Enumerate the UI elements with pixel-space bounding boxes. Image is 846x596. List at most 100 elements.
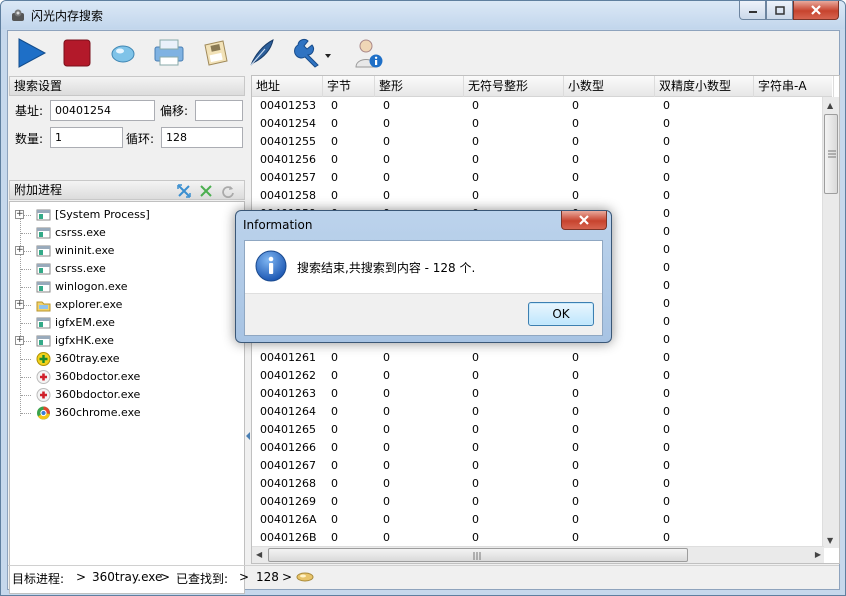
minimize-button[interactable] bbox=[739, 1, 766, 20]
tools-button[interactable] bbox=[290, 36, 336, 70]
dialog-close-button[interactable] bbox=[561, 211, 607, 230]
search-button[interactable] bbox=[106, 36, 140, 70]
table-row[interactable]: 00401254 0 0 0 0 0 bbox=[252, 115, 832, 133]
column-header[interactable]: 整形 bbox=[375, 76, 464, 97]
scroll-right-icon[interactable]: ▶ bbox=[815, 550, 821, 559]
table-row[interactable]: 00401266 0 0 0 0 0 bbox=[252, 439, 832, 457]
scroll-up-icon[interactable]: ▲ bbox=[827, 101, 833, 110]
loop-field[interactable]: 128 bbox=[161, 127, 243, 148]
table-cell: 00401265 bbox=[260, 423, 316, 436]
process-item[interactable]: 360tray.exe bbox=[10, 350, 240, 368]
table-row[interactable]: 00401261 0 0 0 0 0 bbox=[252, 349, 832, 367]
table-row[interactable]: 00401269 0 0 0 0 0 bbox=[252, 493, 832, 511]
horizontal-scrollbar[interactable]: ◀ ▶ bbox=[252, 546, 824, 563]
dialog-footer: OK bbox=[245, 293, 602, 335]
process-tree[interactable]: + [System Process] csrss.exe + wininit.exe cs… bbox=[9, 201, 245, 594]
column-header[interactable]: 双精度小数型 bbox=[655, 76, 754, 97]
information-dialog: Information 搜索结束,共搜索到内容 - 128 个. OK bbox=[235, 210, 612, 343]
user-info-button[interactable] bbox=[352, 36, 386, 70]
table-row[interactable]: 00401255 0 0 0 0 0 bbox=[252, 133, 832, 151]
table-row[interactable]: 00401253 0 0 0 0 0 bbox=[252, 97, 832, 115]
close-button[interactable] bbox=[793, 1, 839, 20]
chrome-icon bbox=[37, 406, 50, 420]
column-header[interactable]: 字节 bbox=[323, 76, 375, 97]
horizontal-scroll-thumb[interactable] bbox=[268, 548, 688, 562]
table-row[interactable]: 00401256 0 0 0 0 0 bbox=[252, 151, 832, 169]
process-item[interactable]: + [System Process] bbox=[10, 206, 240, 224]
process-item[interactable]: 360bdoctor.exe bbox=[10, 368, 240, 386]
table-cell: 00401256 bbox=[260, 153, 316, 166]
table-cell: 0 bbox=[663, 477, 670, 490]
process-item[interactable]: + igfxHK.exe bbox=[10, 332, 240, 350]
table-cell: 0 bbox=[663, 531, 670, 544]
column-header[interactable]: 小数型 bbox=[564, 76, 655, 97]
offset-field[interactable] bbox=[195, 100, 243, 121]
expand-toggle[interactable]: + bbox=[15, 246, 24, 255]
status-separator: > bbox=[282, 570, 293, 584]
table-cell: 0 bbox=[663, 441, 670, 454]
expand-toggle[interactable]: + bbox=[15, 300, 24, 309]
title-bar[interactable]: 闪光内存搜索 bbox=[1, 1, 845, 29]
process-item[interactable]: csrss.exe bbox=[10, 260, 240, 278]
process-name: winlogon.exe bbox=[55, 280, 128, 293]
column-header[interactable]: 字符串-A bbox=[754, 76, 834, 97]
vertical-scrollbar[interactable]: ▲ ▼ bbox=[822, 97, 839, 548]
table-row[interactable]: 00401267 0 0 0 0 0 bbox=[252, 457, 832, 475]
start-button[interactable] bbox=[14, 36, 48, 70]
vertical-scroll-thumb[interactable] bbox=[824, 114, 838, 194]
table-row[interactable]: 00401265 0 0 0 0 0 bbox=[252, 421, 832, 439]
column-header[interactable]: 地址 bbox=[252, 76, 323, 97]
table-row[interactable]: 00401258 0 0 0 0 0 bbox=[252, 187, 832, 205]
table-cell: 0 bbox=[663, 351, 670, 364]
medic-icon bbox=[36, 370, 51, 384]
column-header[interactable]: 无符号整形 bbox=[464, 76, 564, 97]
table-row[interactable]: 0040126A 0 0 0 0 0 bbox=[252, 511, 832, 529]
expand-toggle[interactable]: + bbox=[15, 210, 24, 219]
base-address-field[interactable]: 00401254 bbox=[50, 100, 155, 121]
print-button[interactable] bbox=[152, 36, 186, 70]
close-icon bbox=[811, 5, 821, 15]
process-item[interactable]: 360chrome.exe bbox=[10, 404, 240, 422]
process-name: explorer.exe bbox=[55, 298, 123, 311]
table-cell: 0 bbox=[383, 387, 390, 400]
process-item[interactable]: csrss.exe bbox=[10, 224, 240, 242]
ok-button[interactable]: OK bbox=[528, 302, 594, 326]
table-row[interactable]: 00401268 0 0 0 0 0 bbox=[252, 475, 832, 493]
table-row[interactable]: 0040126B 0 0 0 0 0 bbox=[252, 529, 832, 547]
left-panel: 搜索设置 基址: 00401254 偏移: 数量: 1 循环: 128 附加进程… bbox=[9, 75, 245, 594]
tree-connector bbox=[21, 395, 31, 396]
table-row[interactable]: 00401262 0 0 0 0 0 bbox=[252, 367, 832, 385]
edit-button[interactable] bbox=[244, 36, 278, 70]
table-cell: 00401268 bbox=[260, 477, 316, 490]
refresh-icon[interactable] bbox=[221, 184, 235, 198]
count-field[interactable]: 1 bbox=[50, 127, 123, 148]
maximize-button[interactable] bbox=[766, 1, 793, 20]
stop-button[interactable] bbox=[60, 36, 94, 70]
process-item[interactable]: + explorer.exe bbox=[10, 296, 240, 314]
table-cell: 0 bbox=[383, 441, 390, 454]
status-bar: 目标进程: > 360tray.exe > 已查找到: > 128 > bbox=[8, 565, 839, 589]
tree-connector bbox=[21, 269, 31, 270]
process-item[interactable]: winlogon.exe bbox=[10, 278, 240, 296]
scroll-left-icon[interactable]: ◀ bbox=[256, 550, 262, 559]
table-cell: 0 bbox=[331, 477, 338, 490]
process-item[interactable]: 360bdoctor.exe bbox=[10, 386, 240, 404]
table-row[interactable]: 00401257 0 0 0 0 0 bbox=[252, 169, 832, 187]
table-cell: 0 bbox=[572, 513, 579, 526]
process-item[interactable]: igfxEM.exe bbox=[10, 314, 240, 332]
expand-toggle[interactable]: + bbox=[15, 336, 24, 345]
save-button[interactable] bbox=[198, 36, 232, 70]
table-cell: 0 bbox=[331, 99, 338, 112]
scroll-down-icon[interactable]: ▼ bbox=[827, 536, 833, 545]
table-cell: 0 bbox=[663, 315, 670, 328]
collapse-all-icon[interactable] bbox=[199, 184, 213, 198]
expand-all-icon[interactable] bbox=[177, 184, 191, 198]
tree-connector bbox=[21, 323, 31, 324]
caption-buttons bbox=[739, 1, 839, 21]
process-item[interactable]: + wininit.exe bbox=[10, 242, 240, 260]
table-row[interactable]: 00401263 0 0 0 0 0 bbox=[252, 385, 832, 403]
window-icon bbox=[36, 281, 51, 293]
table-row[interactable]: 00401264 0 0 0 0 0 bbox=[252, 403, 832, 421]
table-cell: 0 bbox=[383, 117, 390, 130]
table-cell: 0 bbox=[331, 441, 338, 454]
